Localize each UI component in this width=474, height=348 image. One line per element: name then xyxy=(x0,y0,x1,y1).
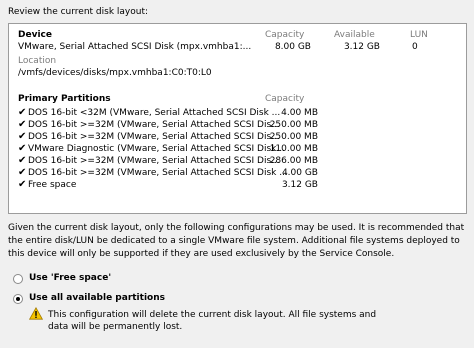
partition-name: DOS 16-bit >=32M (VMware, Serial Attache… xyxy=(28,156,280,166)
free-space-option[interactable]: Use 'Free space' xyxy=(13,272,213,286)
partition-row: ✔ DOS 16-bit <32M (VMware, Serial Attach… xyxy=(18,107,458,119)
lun-header: LUN xyxy=(410,30,428,40)
capacity-header: Capacity xyxy=(265,30,305,40)
device-available: 3.12 GB xyxy=(343,42,380,52)
device-name: VMware, Serial Attached SCSI Disk (mpx.v… xyxy=(18,42,252,52)
free-space-label: Use 'Free space' xyxy=(29,273,112,283)
all-partitions-label: Use all available partitions xyxy=(29,293,165,303)
warning-text: This configuration will delete the curre… xyxy=(48,310,377,332)
check-icon: ✔ xyxy=(18,107,27,118)
all-partitions-radio[interactable] xyxy=(13,294,23,304)
partition-name: Free space xyxy=(28,180,77,190)
location-label: Location xyxy=(18,56,57,66)
partition-name: DOS 16-bit >=32M (VMware, Serial Attache… xyxy=(28,168,288,178)
partition-row: ✔ Free space 3.12 GB xyxy=(18,179,458,191)
available-header: Available xyxy=(334,30,375,40)
check-icon: ✔ xyxy=(18,119,27,130)
partition-name: DOS 16-bit >=32M (VMware, Serial Attache… xyxy=(28,120,280,130)
review-heading: Review the current disk layout: xyxy=(8,7,149,17)
all-partitions-option[interactable]: Use all available partitions xyxy=(13,292,213,306)
partition-size: 250.00 MB xyxy=(269,120,318,130)
disk-layout-box: Device Capacity Available LUN VMware, Se… xyxy=(8,23,467,214)
device-capacity: 8.00 GB xyxy=(274,42,311,52)
partition-name: DOS 16-bit <32M (VMware, Serial Attached… xyxy=(28,108,281,118)
device-lun: 0 xyxy=(412,42,418,52)
partition-size: 286.00 MB xyxy=(269,156,318,166)
check-icon: ✔ xyxy=(18,167,27,178)
partition-size: 4.00 MB xyxy=(281,108,318,118)
device-header: Device xyxy=(18,30,52,40)
check-icon: ✔ xyxy=(18,131,27,142)
partition-name: DOS 16-bit >=32M (VMware, Serial Attache… xyxy=(28,132,280,142)
partition-row: ✔ VMware Diagnostic (VMware, Serial Atta… xyxy=(18,143,458,155)
partition-size: 250.00 MB xyxy=(269,132,318,142)
free-space-radio[interactable] xyxy=(13,274,23,284)
partition-row: ✔ DOS 16-bit >=32M (VMware, Serial Attac… xyxy=(18,155,458,167)
location-value: /vmfs/devices/disks/mpx.vmhba1:C0:T0:L0 xyxy=(18,68,212,78)
partition-row: ✔ DOS 16-bit >=32M (VMware, Serial Attac… xyxy=(18,119,458,131)
warning-icon xyxy=(29,307,43,320)
partition-size: 3.12 GB xyxy=(281,180,318,190)
info-text: Given the current disk layout, only the … xyxy=(8,223,465,259)
partition-size: 4.00 GB xyxy=(281,168,318,178)
partition-name: VMware Diagnostic (VMware, Serial Attach… xyxy=(28,144,285,154)
check-icon: ✔ xyxy=(18,179,27,190)
check-icon: ✔ xyxy=(18,155,27,166)
partition-size: 110.00 MB xyxy=(269,144,318,154)
partition-row: ✔ DOS 16-bit >=32M (VMware, Serial Attac… xyxy=(18,167,458,179)
partition-capacity-header: Capacity xyxy=(265,94,305,104)
check-icon: ✔ xyxy=(18,143,27,154)
primary-partitions-header: Primary Partitions xyxy=(18,94,111,104)
partition-row: ✔ DOS 16-bit >=32M (VMware, Serial Attac… xyxy=(18,131,458,143)
